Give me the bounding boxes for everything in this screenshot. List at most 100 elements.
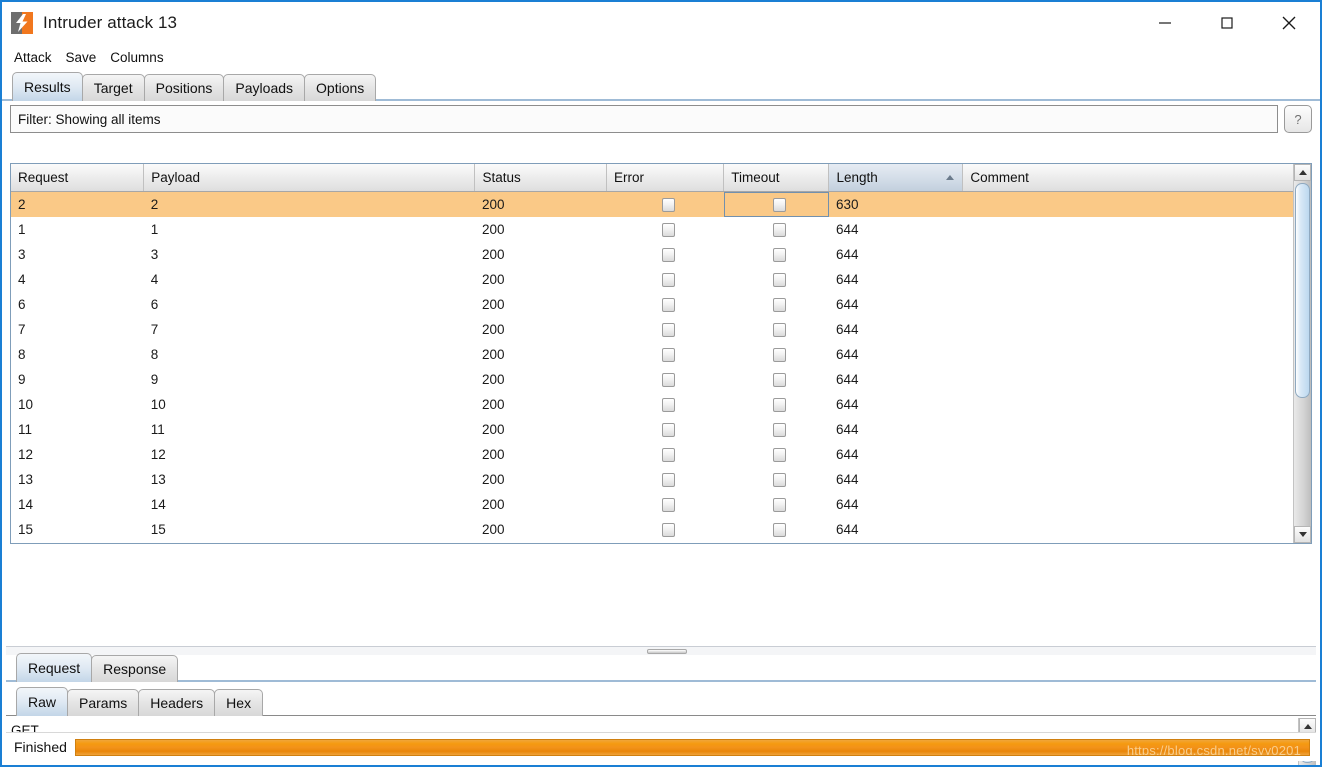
- table-row[interactable]: 12 12 200 644: [11, 442, 1293, 467]
- checkbox-icon[interactable]: [662, 348, 676, 363]
- checkbox-icon[interactable]: [662, 273, 676, 288]
- cell-error[interactable]: [607, 442, 724, 467]
- cell-error[interactable]: [607, 242, 724, 267]
- checkbox-icon[interactable]: [773, 373, 787, 388]
- tab-headers[interactable]: Headers: [138, 689, 216, 716]
- cell-error[interactable]: [607, 267, 724, 292]
- table-row[interactable]: 10 10 200 644: [11, 392, 1293, 417]
- table-row[interactable]: 7 7 200 644: [11, 317, 1293, 342]
- checkbox-icon[interactable]: [773, 248, 787, 263]
- checkbox-icon[interactable]: [773, 448, 787, 463]
- cell-timeout[interactable]: [724, 442, 829, 467]
- tab-raw[interactable]: Raw: [16, 687, 69, 716]
- cell-timeout[interactable]: [724, 292, 829, 317]
- checkbox-icon[interactable]: [773, 198, 787, 213]
- tab-response[interactable]: Response: [91, 655, 179, 682]
- cell-error[interactable]: [607, 342, 724, 367]
- tab-payloads[interactable]: Payloads: [223, 74, 306, 101]
- column-header-length[interactable]: Length: [828, 164, 964, 192]
- menu-item-attack[interactable]: Attack: [13, 49, 53, 66]
- splitter-grip[interactable]: [647, 649, 687, 654]
- cell-timeout[interactable]: [723, 191, 829, 217]
- checkbox-icon[interactable]: [662, 298, 676, 313]
- table-row[interactable]: 9 9 200 644: [11, 367, 1293, 392]
- filter-display[interactable]: Filter: Showing all items: [10, 105, 1278, 133]
- maximize-button[interactable]: [1196, 2, 1258, 44]
- cell-error[interactable]: [607, 517, 724, 542]
- cell-timeout[interactable]: [724, 417, 829, 442]
- checkbox-icon[interactable]: [773, 473, 787, 488]
- results-scroll-thumb[interactable]: [1295, 183, 1310, 398]
- cell-error[interactable]: [607, 217, 724, 242]
- column-header-error[interactable]: Error: [606, 164, 725, 192]
- cell-error[interactable]: [607, 467, 724, 492]
- results-scroll-track[interactable]: [1294, 181, 1311, 526]
- filter-help-button[interactable]: ?: [1284, 105, 1312, 133]
- cell-timeout[interactable]: [724, 492, 829, 517]
- checkbox-icon[interactable]: [773, 398, 787, 413]
- checkbox-icon[interactable]: [773, 298, 787, 313]
- cell-error[interactable]: [606, 191, 724, 217]
- tab-results[interactable]: Results: [12, 72, 83, 101]
- column-header-request[interactable]: Request: [11, 164, 145, 192]
- checkbox-icon[interactable]: [662, 498, 676, 513]
- scroll-down-arrow-icon[interactable]: [1294, 526, 1311, 543]
- tab-request[interactable]: Request: [16, 653, 93, 682]
- checkbox-icon[interactable]: [773, 348, 787, 363]
- cell-error[interactable]: [607, 392, 724, 417]
- table-row[interactable]: 13 13 200 644: [11, 467, 1293, 492]
- table-row[interactable]: 1 1 200 644: [11, 217, 1293, 242]
- scroll-up-arrow-icon[interactable]: [1294, 164, 1311, 181]
- table-row[interactable]: 6 6 200 644: [11, 292, 1293, 317]
- cell-timeout[interactable]: [724, 467, 829, 492]
- column-header-comment[interactable]: Comment: [962, 164, 1293, 192]
- checkbox-icon[interactable]: [773, 523, 787, 538]
- checkbox-icon[interactable]: [773, 498, 787, 513]
- close-button[interactable]: [1258, 2, 1320, 44]
- table-row[interactable]: 8 8 200 644: [11, 342, 1293, 367]
- column-header-payload[interactable]: Payload: [143, 164, 476, 192]
- table-row[interactable]: 14 14 200 644: [11, 492, 1293, 517]
- cell-timeout[interactable]: [724, 517, 829, 542]
- column-header-status[interactable]: Status: [474, 164, 608, 192]
- cell-error[interactable]: [607, 292, 724, 317]
- tab-positions[interactable]: Positions: [143, 74, 225, 101]
- table-row[interactable]: 4 4 200 644: [11, 267, 1293, 292]
- checkbox-icon[interactable]: [662, 198, 676, 213]
- checkbox-icon[interactable]: [773, 323, 787, 338]
- checkbox-icon[interactable]: [662, 523, 676, 538]
- cell-error[interactable]: [607, 317, 724, 342]
- results-table-scrollbar[interactable]: [1293, 164, 1311, 543]
- cell-error[interactable]: [607, 492, 724, 517]
- checkbox-icon[interactable]: [662, 398, 676, 413]
- table-row[interactable]: 2 2 200 630: [11, 191, 1293, 217]
- checkbox-icon[interactable]: [662, 473, 676, 488]
- tab-params[interactable]: Params: [67, 689, 140, 716]
- cell-timeout[interactable]: [724, 217, 829, 242]
- cell-error[interactable]: [607, 417, 724, 442]
- checkbox-icon[interactable]: [662, 373, 676, 388]
- checkbox-icon[interactable]: [773, 223, 787, 238]
- menu-item-columns[interactable]: Columns: [109, 49, 164, 66]
- cell-timeout[interactable]: [724, 267, 829, 292]
- tab-options[interactable]: Options: [304, 74, 377, 101]
- cell-timeout[interactable]: [724, 242, 829, 267]
- checkbox-icon[interactable]: [773, 273, 787, 288]
- minimize-button[interactable]: [1134, 2, 1196, 44]
- checkbox-icon[interactable]: [662, 223, 676, 238]
- cell-timeout[interactable]: [724, 317, 829, 342]
- cell-error[interactable]: [607, 367, 724, 392]
- checkbox-icon[interactable]: [662, 248, 676, 263]
- table-row[interactable]: 15 15 200 644: [11, 517, 1293, 542]
- column-header-timeout[interactable]: Timeout: [723, 164, 830, 192]
- cell-timeout[interactable]: [724, 367, 829, 392]
- tab-hex[interactable]: Hex: [214, 689, 264, 716]
- tab-target[interactable]: Target: [81, 74, 145, 101]
- cell-timeout[interactable]: [724, 342, 829, 367]
- checkbox-icon[interactable]: [773, 423, 787, 438]
- cell-timeout[interactable]: [724, 392, 829, 417]
- checkbox-icon[interactable]: [662, 323, 676, 338]
- table-row[interactable]: 11 11 200 644: [11, 417, 1293, 442]
- menu-item-save[interactable]: Save: [65, 49, 98, 66]
- checkbox-icon[interactable]: [662, 423, 676, 438]
